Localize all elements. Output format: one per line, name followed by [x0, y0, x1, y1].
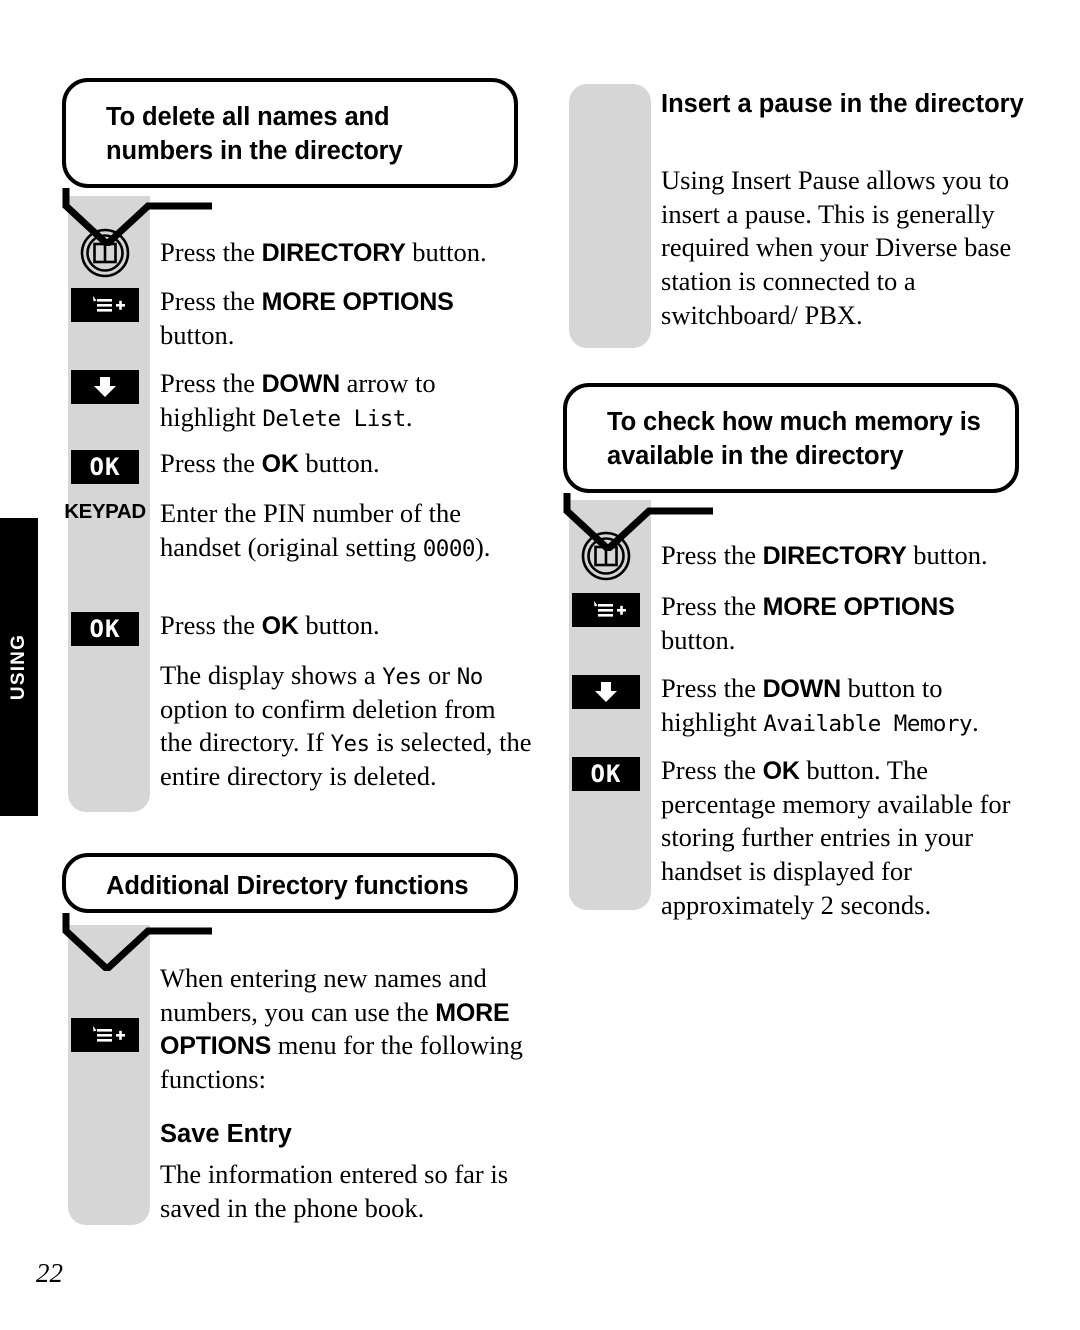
ok-key-label: OK — [89, 453, 121, 481]
subsection-heading: Save Entry — [160, 1120, 292, 1148]
step-row: OK Press the OK button. — [62, 448, 532, 500]
down-arrow-icon — [572, 675, 640, 709]
subsection-body: The information entered so far is saved … — [160, 1159, 509, 1223]
more-options-icon — [71, 288, 139, 322]
step-row: OK Press the OK button. The percentage m… — [563, 755, 1033, 937]
keypad-icon: KEYPAD — [64, 500, 146, 523]
step-text: Press the MORE OPTIONS button. — [661, 591, 955, 655]
step-icon-slot — [563, 531, 649, 581]
step-text: Press the DOWN arrow to highlight Delete… — [160, 368, 436, 432]
down-arrow-icon — [71, 370, 139, 404]
note-heading: Insert a pause in the directory — [661, 90, 1024, 118]
callout-check-memory: To check how much memory is available in… — [563, 383, 1019, 551]
page-number: 22 — [36, 1258, 63, 1288]
step-icon-slot: KEYPAD — [62, 500, 148, 524]
ok-key-icon: OK — [71, 450, 139, 484]
step-row: Press the DOWN button to highlight Avail… — [563, 673, 1033, 755]
step-row: Press the MORE OPTIONS button. — [62, 286, 532, 368]
manual-page: USING To delete all names and numbers in… — [0, 0, 1080, 1330]
step-icon-slot — [563, 675, 649, 709]
step-text: Press the MORE OPTIONS button. — [160, 286, 454, 350]
section-tab-label: USING — [8, 633, 29, 701]
step-row: Press the DOWN arrow to highlight Delete… — [62, 368, 532, 450]
step-icon-slot: OK — [62, 612, 148, 646]
step-icon-slot — [62, 370, 148, 404]
callout-delete-all: To delete all names and numbers in the d… — [62, 78, 518, 246]
step-text: Press the DIRECTORY button. — [160, 237, 487, 267]
step-icon-slot: OK — [62, 450, 148, 484]
callout-title: Additional Directory functions — [106, 872, 469, 900]
step-row: Press the DIRECTORY button. — [563, 531, 1033, 581]
step-icon-slot — [62, 1018, 148, 1052]
step-row: KEYPAD Enter the PIN number of the hands… — [62, 498, 532, 605]
step-icon-slot: OK — [563, 757, 649, 791]
section-tab-using: USING — [0, 518, 38, 816]
callout-title: To check how much memory is available in… — [607, 408, 981, 471]
more-options-icon — [572, 593, 640, 627]
step-icon-slot — [62, 288, 148, 322]
step-text: The display shows a Yes or No option to … — [160, 660, 532, 791]
more-options-icon — [71, 1018, 139, 1052]
ok-key-icon: OK — [71, 612, 139, 646]
step-row: Press the DIRECTORY button. — [62, 228, 532, 278]
step-text: When entering new names and numbers, you… — [160, 963, 523, 1095]
ok-key-label: OK — [590, 760, 622, 788]
left-column: To delete all names and numbers in the d… — [62, 0, 532, 1330]
step-icon-slot — [563, 593, 649, 627]
step-text: Press the OK button. — [160, 610, 380, 640]
ok-key-label: OK — [89, 615, 121, 643]
ok-key-icon: OK — [572, 757, 640, 791]
directory-icon — [581, 531, 631, 581]
step-row: Press the MORE OPTIONS button. — [563, 591, 1033, 673]
step-text: Press the OK button. — [160, 448, 380, 478]
callout-additional-functions: Additional Directory functions — [62, 853, 518, 971]
step-row: The display shows a Yes or No option to … — [62, 660, 532, 832]
step-row: When entering new names and numbers, you… — [62, 962, 532, 1112]
step-text: Enter the PIN number of the handset (ori… — [160, 498, 491, 562]
step-icon-slot — [62, 228, 148, 278]
step-row: OK Press the OK button. — [62, 610, 532, 662]
callout-tail — [62, 913, 212, 971]
right-column: Insert a pause in the directory Using In… — [563, 0, 1033, 1330]
step-text: Press the OK button. The percentage memo… — [661, 755, 1011, 920]
directory-icon — [80, 228, 130, 278]
step-text: Press the DOWN button to highlight Avail… — [661, 673, 979, 737]
step-text: Press the DIRECTORY button. — [661, 540, 988, 570]
note-rail-right-1 — [569, 84, 651, 348]
callout-title: To delete all names and numbers in the d… — [106, 103, 403, 166]
note-body: Using Insert Pause allows you to insert … — [661, 165, 1012, 330]
